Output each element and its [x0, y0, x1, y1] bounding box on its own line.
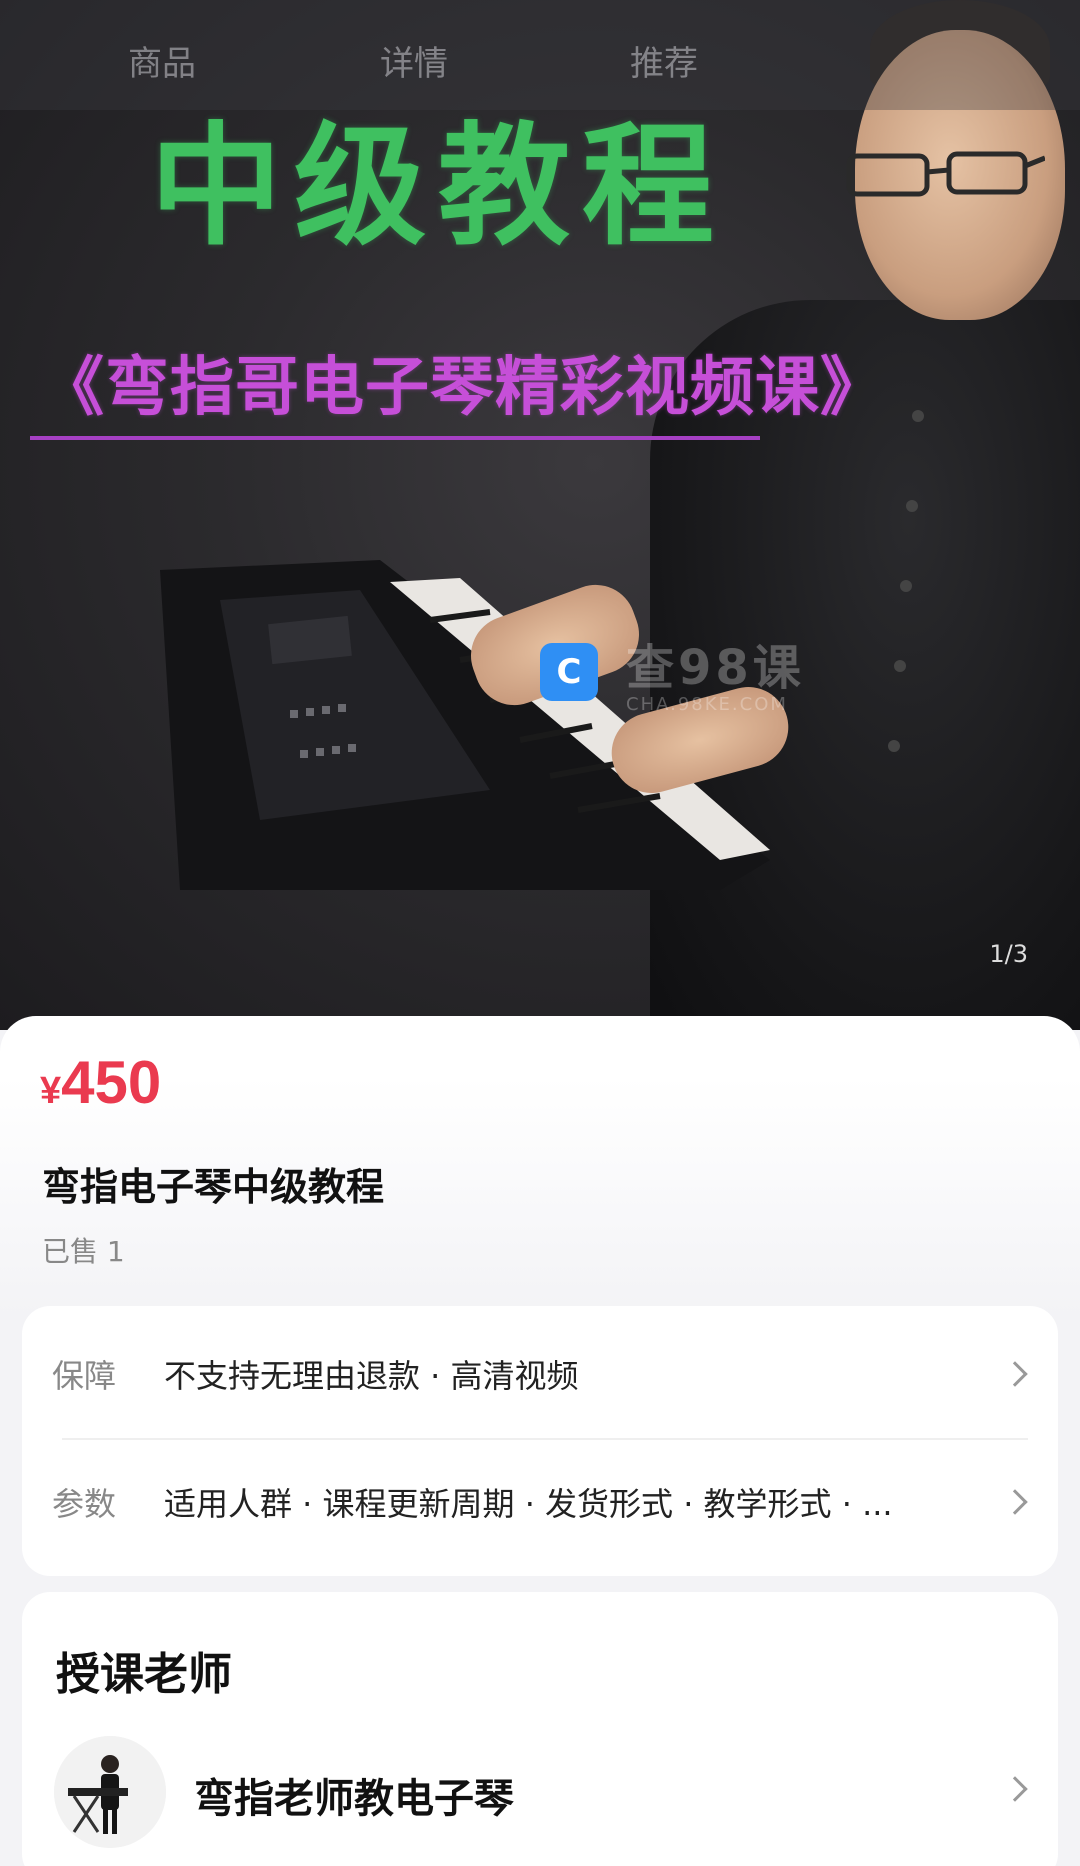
product-title: 弯指电子琴中级教程: [42, 1165, 385, 1209]
product-image-carousel[interactable]: 中级教程 《弯指哥电子琴精彩视频课》 C 查98课 CHA.98KE.COM 商…: [0, 0, 1080, 1030]
watermark-text: 查98课: [626, 640, 805, 696]
tab-product[interactable]: 商品: [128, 36, 196, 85]
guarantee-value: 不支持无理由退款 · 高清视频: [164, 1357, 579, 1395]
image-pager: 1/3: [989, 940, 1028, 968]
price: ¥450: [40, 1048, 161, 1117]
teacher-card: 授课老师 弯指老师教电子琴: [22, 1592, 1058, 1866]
tab-detail[interactable]: 详情: [380, 36, 448, 85]
tab-recommend[interactable]: 推荐: [630, 36, 698, 85]
guarantee-label: 保障: [52, 1357, 117, 1395]
chevron-right-icon: [1002, 1361, 1028, 1387]
sold-count: 已售 1: [42, 1235, 125, 1268]
params-label: 参数: [52, 1485, 117, 1523]
teacher-section-title: 授课老师: [56, 1649, 232, 1700]
product-info-panel: ¥450 弯指电子琴中级教程 已售 1 保障 不支持无理由退款 · 高清视频 参…: [0, 1016, 1080, 1866]
watermark-url: CHA.98KE.COM: [626, 694, 788, 715]
chevron-right-icon: [1002, 1776, 1028, 1802]
hero-underline: [30, 436, 760, 440]
chevron-right-icon: [1002, 1489, 1028, 1515]
teacher-name: 弯指老师教电子琴: [194, 1776, 514, 1822]
teacher-avatar: [54, 1736, 166, 1848]
attributes-card: 保障 不支持无理由退款 · 高清视频 参数 适用人群 · 课程更新周期 · 发货…: [22, 1306, 1058, 1576]
currency-symbol: ¥: [40, 1070, 62, 1112]
params-value: 适用人群 · 课程更新周期 · 发货形式 · 教学形式 · ...: [164, 1485, 893, 1523]
watermark: C 查98课 CHA.98KE.COM: [540, 628, 805, 715]
glasses-graphic: [846, 151, 1045, 197]
teacher-row[interactable]: 弯指老师教电子琴: [22, 1722, 1058, 1866]
watermark-logo-icon: C: [540, 642, 598, 701]
price-value: 450: [61, 1049, 162, 1116]
top-nav: 商品 详情 推荐: [0, 0, 1080, 110]
divider: [62, 1438, 1028, 1440]
hero-subtitle: 《弯指哥电子琴精彩视频课》: [40, 351, 885, 425]
params-row[interactable]: 参数 适用人群 · 课程更新周期 · 发货形式 · 教学形式 · ...: [22, 1442, 1058, 1562]
guarantee-row[interactable]: 保障 不支持无理由退款 · 高清视频: [22, 1314, 1058, 1434]
